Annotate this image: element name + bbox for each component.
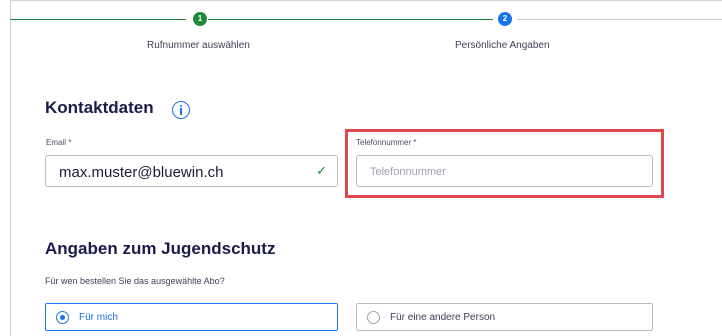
info-icon[interactable]: [172, 101, 190, 119]
radio-checked-icon[interactable]: [56, 311, 69, 324]
stepper-line-completed: [10, 19, 186, 20]
youth-question: Für wen bestellen Sie das ausgewählte Ab…: [45, 276, 225, 286]
contact-heading: Kontaktdaten: [45, 98, 154, 117]
email-value: max.muster@bluewin.ch: [59, 164, 224, 181]
email-label: Email *: [46, 138, 72, 147]
email-field[interactable]: max.muster@bluewin.ch ✓: [45, 155, 338, 187]
stepper-line-progress: [208, 19, 493, 20]
step-1-label[interactable]: Rufnummer auswählen: [147, 40, 250, 51]
option-other-person[interactable]: Für eine andere Person: [356, 303, 653, 331]
phone-highlight-box: [345, 129, 664, 198]
checkmark-icon: ✓: [316, 163, 327, 178]
stepper-line-remaining: [517, 19, 722, 20]
step-1-number: 1: [197, 14, 203, 23]
youth-protection-heading: Angaben zum Jugendschutz: [45, 239, 276, 258]
step-2-number: 2: [502, 14, 508, 23]
radio-unchecked-icon[interactable]: [367, 311, 380, 324]
step-2-label: Persönliche Angaben: [455, 40, 550, 51]
option-other-person-label: Für eine andere Person: [390, 312, 496, 323]
option-for-me-label: Für mich: [79, 312, 118, 323]
option-for-me[interactable]: Für mich: [45, 303, 338, 331]
step-2-indicator: 2: [498, 12, 512, 26]
step-1-indicator: 1: [193, 12, 207, 26]
